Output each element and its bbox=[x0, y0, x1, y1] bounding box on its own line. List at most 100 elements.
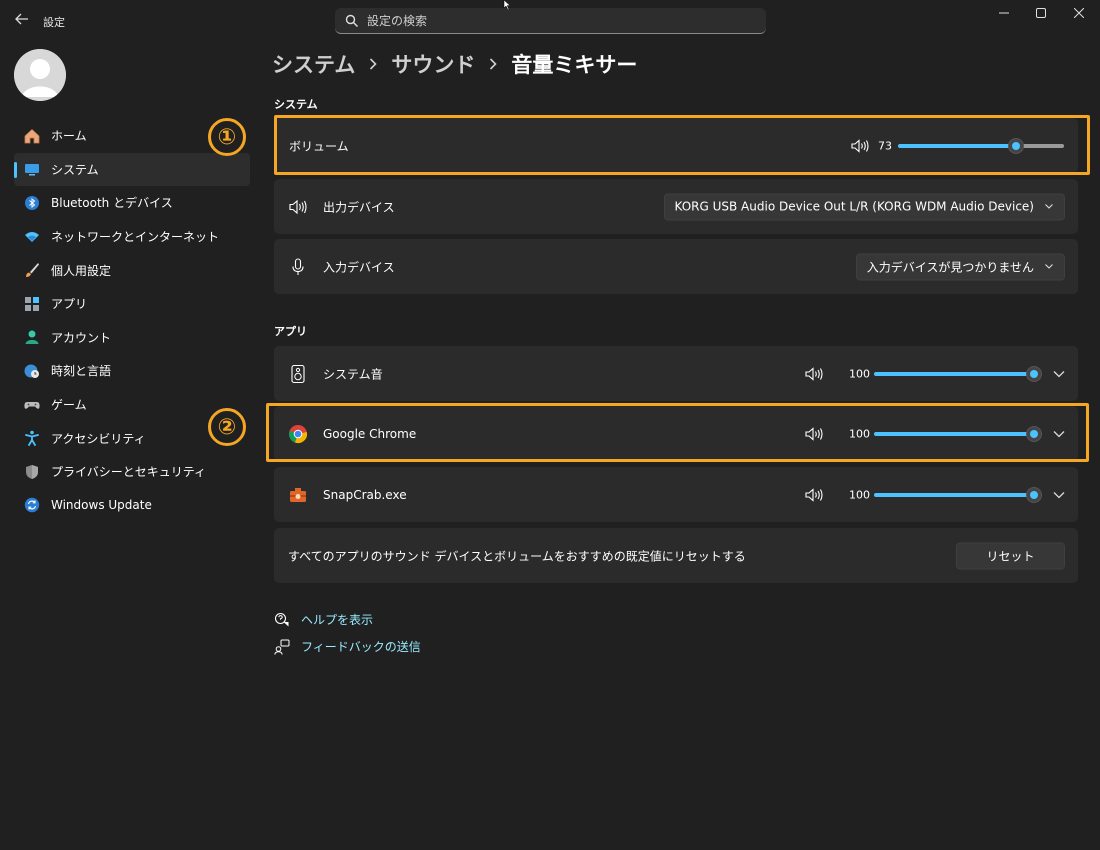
breadcrumb-system[interactable]: システム bbox=[272, 49, 355, 79]
chevron-right-icon bbox=[369, 55, 378, 74]
wifi-icon bbox=[24, 229, 40, 245]
input-device-label: 入力デバイス bbox=[323, 260, 395, 274]
chevron-down-icon[interactable] bbox=[1052, 490, 1066, 500]
app-row: システム音 100 bbox=[274, 346, 1078, 401]
breadcrumb: システム サウンド 音量ミキサー bbox=[272, 48, 637, 80]
bluetooth-icon bbox=[24, 195, 40, 211]
sidebar-item-label: 時刻と言語 bbox=[51, 364, 112, 379]
reset-description: すべてのアプリのサウンド デバイスとボリュームをおすすめの既定値にリセットする bbox=[288, 549, 746, 563]
monitor-icon bbox=[24, 161, 40, 177]
annotation-number-1: ① bbox=[208, 118, 246, 156]
annotation-number-2: ② bbox=[208, 408, 246, 446]
app-volume-value: 100 bbox=[849, 488, 870, 501]
feedback-link[interactable]: フィードバックの送信 bbox=[274, 638, 421, 655]
help-link-text[interactable]: ヘルプを表示 bbox=[301, 611, 373, 628]
speaker-icon[interactable] bbox=[805, 366, 823, 381]
sidebar-item-personalization[interactable]: 個人用設定 bbox=[14, 253, 250, 287]
search-input[interactable] bbox=[367, 11, 747, 31]
sidebar-item-accounts[interactable]: アカウント bbox=[14, 321, 250, 355]
sidebar-item-system[interactable]: システム bbox=[14, 152, 250, 187]
speaker-icon bbox=[289, 199, 307, 214]
person-avatar-icon bbox=[14, 49, 66, 101]
sidebar-item-time-language[interactable]: 時刻と言語 bbox=[14, 354, 250, 388]
volume-value: 73 bbox=[878, 139, 892, 152]
app-row: Google Chrome 100 bbox=[274, 406, 1078, 461]
page-title: 音量ミキサー bbox=[511, 53, 638, 77]
speaker-icon[interactable] bbox=[805, 487, 823, 502]
app-volume-slider[interactable] bbox=[874, 425, 1042, 442]
globe-clock-icon bbox=[24, 363, 40, 379]
slider-thumb[interactable] bbox=[1026, 486, 1042, 503]
shield-icon bbox=[24, 464, 40, 480]
accessibility-icon bbox=[24, 430, 40, 447]
output-device-value: KORG USB Audio Device Out L/R (KORG WDM … bbox=[674, 199, 1035, 214]
chevron-down-icon[interactable] bbox=[1052, 369, 1066, 379]
apps-icon bbox=[24, 296, 40, 312]
feedback-link-text[interactable]: フィードバックの送信 bbox=[301, 638, 421, 655]
sidebar-item-apps[interactable]: アプリ bbox=[14, 287, 250, 321]
app-name: システム音 bbox=[323, 367, 383, 381]
sidebar-item-label: Windows Update bbox=[51, 498, 152, 513]
volume-card: ボリューム 73 bbox=[274, 118, 1078, 173]
app-name: SnapCrab.exe bbox=[323, 487, 407, 502]
chevron-down-icon[interactable] bbox=[1052, 429, 1066, 439]
breadcrumb-sound[interactable]: サウンド bbox=[391, 49, 475, 79]
input-device-dropdown[interactable]: 入力デバイスが見つかりません bbox=[855, 253, 1065, 280]
sidebar-item-label: ゲーム bbox=[51, 398, 87, 413]
gamepad-icon bbox=[24, 397, 40, 413]
sidebar-item-label: システム bbox=[51, 162, 99, 177]
mouse-cursor-icon bbox=[503, 0, 511, 10]
close-icon[interactable] bbox=[1064, 6, 1094, 24]
sidebar-item-privacy-security[interactable]: プライバシーとセキュリティ bbox=[14, 455, 250, 489]
volume-label: ボリューム bbox=[289, 139, 349, 153]
app-name: Google Chrome bbox=[323, 426, 417, 441]
sidebar-nav: ホーム システム Bluetooth とデバイス ネットワークとインターネット … bbox=[14, 119, 250, 522]
sidebar-item-label: アプリ bbox=[51, 297, 88, 312]
app-volume-slider[interactable] bbox=[874, 486, 1042, 503]
help-chat-icon bbox=[274, 612, 289, 626]
sidebar-item-label: アカウント bbox=[51, 330, 112, 345]
volume-slider[interactable] bbox=[898, 137, 1064, 154]
title-bar: 設定 bbox=[0, 0, 1100, 40]
search-box[interactable] bbox=[335, 8, 766, 34]
app-volume-slider[interactable] bbox=[874, 365, 1042, 382]
reset-card: すべてのアプリのサウンド デバイスとボリュームをおすすめの既定値にリセットする … bbox=[274, 528, 1078, 583]
update-icon bbox=[24, 497, 40, 513]
chevron-down-icon bbox=[1045, 204, 1053, 209]
avatar[interactable] bbox=[14, 49, 66, 101]
slider-thumb[interactable] bbox=[1026, 425, 1042, 442]
chevron-down-icon bbox=[1045, 264, 1053, 269]
sidebar-item-network[interactable]: ネットワークとインターネット bbox=[14, 220, 250, 254]
speaker-icon[interactable] bbox=[851, 138, 869, 153]
chrome-icon bbox=[288, 424, 308, 443]
sidebar-item-label: 個人用設定 bbox=[51, 263, 112, 278]
reset-button[interactable]: リセット bbox=[956, 542, 1065, 569]
snapcrab-icon bbox=[290, 487, 306, 502]
home-icon bbox=[24, 128, 40, 144]
back-arrow-icon[interactable] bbox=[12, 12, 32, 30]
slider-thumb[interactable] bbox=[1007, 137, 1024, 154]
app-title: 設定 bbox=[43, 16, 65, 29]
sidebar-item-label: プライバシーとセキュリティ bbox=[51, 465, 207, 480]
sidebar-item-windows-update[interactable]: Windows Update bbox=[14, 489, 250, 523]
maximize-icon[interactable] bbox=[1026, 6, 1056, 24]
speaker-device-icon bbox=[291, 364, 305, 383]
feedback-icon bbox=[274, 639, 290, 655]
slider-thumb[interactable] bbox=[1026, 365, 1042, 382]
sidebar-item-bluetooth[interactable]: Bluetooth とデバイス bbox=[14, 186, 250, 220]
sidebar-item-label: アクセシビリティ bbox=[51, 431, 146, 446]
input-device-value: 入力デバイスが見つかりません bbox=[866, 260, 1034, 274]
input-device-card: 入力デバイス 入力デバイスが見つかりません bbox=[274, 239, 1078, 294]
microphone-icon bbox=[292, 257, 304, 275]
brush-icon bbox=[24, 262, 40, 278]
app-volume-value: 100 bbox=[849, 427, 870, 440]
speaker-icon[interactable] bbox=[805, 426, 823, 441]
minimize-icon[interactable] bbox=[989, 6, 1019, 24]
app-volume-value: 100 bbox=[849, 367, 870, 380]
output-device-label: 出力デバイス bbox=[323, 200, 395, 214]
help-link[interactable]: ヘルプを表示 bbox=[274, 611, 373, 628]
chevron-right-icon bbox=[489, 55, 498, 74]
section-title-system: システム bbox=[274, 98, 318, 111]
output-device-dropdown[interactable]: KORG USB Audio Device Out L/R (KORG WDM … bbox=[663, 193, 1065, 220]
search-icon bbox=[345, 14, 358, 27]
